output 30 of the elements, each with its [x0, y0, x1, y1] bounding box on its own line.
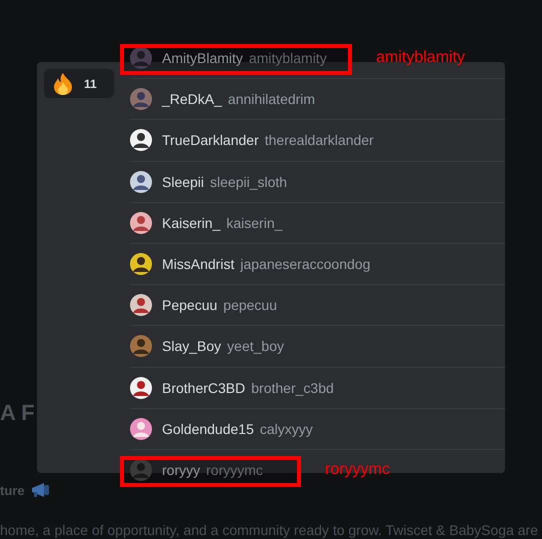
username: sleepii_sloth	[210, 174, 288, 190]
display-name: _ReDkA_	[162, 91, 222, 108]
username: roryyymc	[206, 462, 263, 478]
display-name: BrotherC3BD	[162, 380, 246, 396]
display-name: TrueDarklander	[162, 132, 259, 148]
username: yeet_boy	[227, 338, 284, 354]
heading: A F	[0, 400, 35, 426]
subheading: ture	[0, 482, 25, 498]
annotation-label: amityblamity	[376, 49, 465, 67]
username: brother_c3bd	[251, 380, 334, 396]
display-name: Slay_Boy	[162, 338, 222, 354]
username: japaneseraccoondog	[240, 256, 370, 272]
username: annihilatedrim	[228, 91, 316, 108]
display-name: MissAndrist	[162, 256, 234, 272]
display-name: Pepecuu	[162, 297, 218, 314]
megaphone-icon	[30, 482, 52, 498]
display-name: Sleepii	[162, 174, 204, 190]
display-name: AmityBlamity	[162, 50, 243, 66]
username: calyxyyy	[260, 420, 313, 437]
username: kaiserin_	[226, 214, 282, 231]
username: therealdarklander	[264, 132, 374, 148]
flame-icon	[52, 72, 74, 96]
username: amityblamity	[248, 50, 327, 66]
username: pepecuu	[223, 297, 277, 314]
display-name: Kaiserin_	[162, 214, 220, 231]
annotation-label: roryyymc	[325, 461, 390, 479]
description-text: home, a place of opportunity, and a community ready to grow. Twiscet & BabySoga are	[0, 522, 538, 538]
display-name: Goldendude15	[162, 420, 254, 437]
display-name: roryyy	[162, 462, 200, 478]
reaction-tab[interactable]: 11	[44, 69, 114, 98]
